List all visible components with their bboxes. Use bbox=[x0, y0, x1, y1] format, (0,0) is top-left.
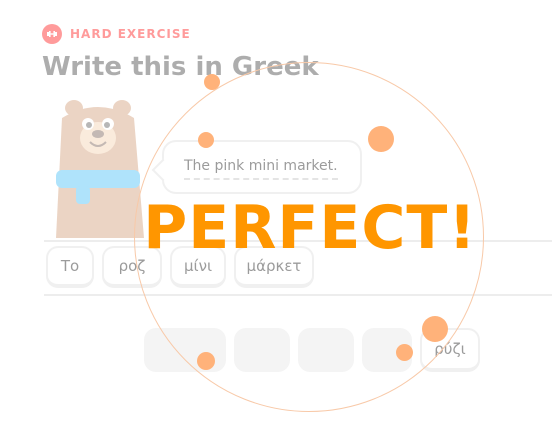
answer-tile[interactable]: μάρκετ bbox=[234, 246, 314, 288]
bear-character-illustration bbox=[52, 98, 158, 240]
exercise-header: HARD EXERCISE bbox=[42, 24, 191, 44]
word-bank-empty-slot bbox=[234, 328, 290, 372]
word-bank-tile[interactable]: ρύζι bbox=[420, 328, 480, 372]
answer-tile[interactable]: μίνι bbox=[170, 246, 226, 288]
prompt-speech-bubble: The pink mini market. bbox=[162, 140, 362, 194]
word-bank-empty-slot bbox=[298, 328, 354, 372]
word-bank-empty-slot bbox=[362, 328, 412, 372]
answer-area: Το ροζ μίνι μάρκετ bbox=[46, 246, 314, 288]
word-bank-empty-slot bbox=[144, 328, 226, 372]
word-bank: ρύζι bbox=[144, 328, 480, 372]
answer-tile[interactable]: Το bbox=[46, 246, 94, 288]
prompt-sentence[interactable]: The pink mini market. bbox=[184, 158, 338, 180]
confetti-dot bbox=[368, 126, 394, 152]
answer-area-bottom-line bbox=[44, 294, 552, 296]
exercise-screen: HARD EXERCISE Write this in Greek The pi… bbox=[0, 0, 552, 425]
hard-exercise-label: HARD EXERCISE bbox=[70, 27, 191, 41]
answer-tile[interactable]: ροζ bbox=[102, 246, 162, 288]
dumbbell-icon bbox=[42, 24, 62, 44]
page-title: Write this in Greek bbox=[42, 52, 319, 82]
answer-area-top-line bbox=[44, 240, 552, 242]
